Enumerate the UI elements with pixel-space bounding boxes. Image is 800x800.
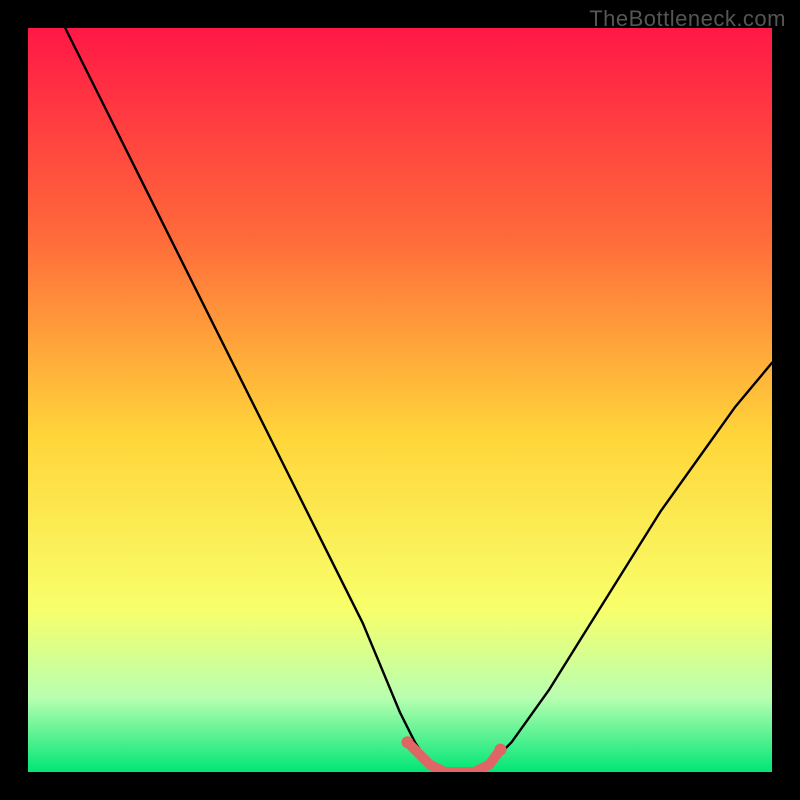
watermark-text: TheBottleneck.com <box>589 6 786 32</box>
trough-endpoint-left <box>401 736 413 748</box>
bottleneck-chart <box>28 28 772 772</box>
trough-endpoint-right <box>494 744 506 756</box>
gradient-background <box>28 28 772 772</box>
